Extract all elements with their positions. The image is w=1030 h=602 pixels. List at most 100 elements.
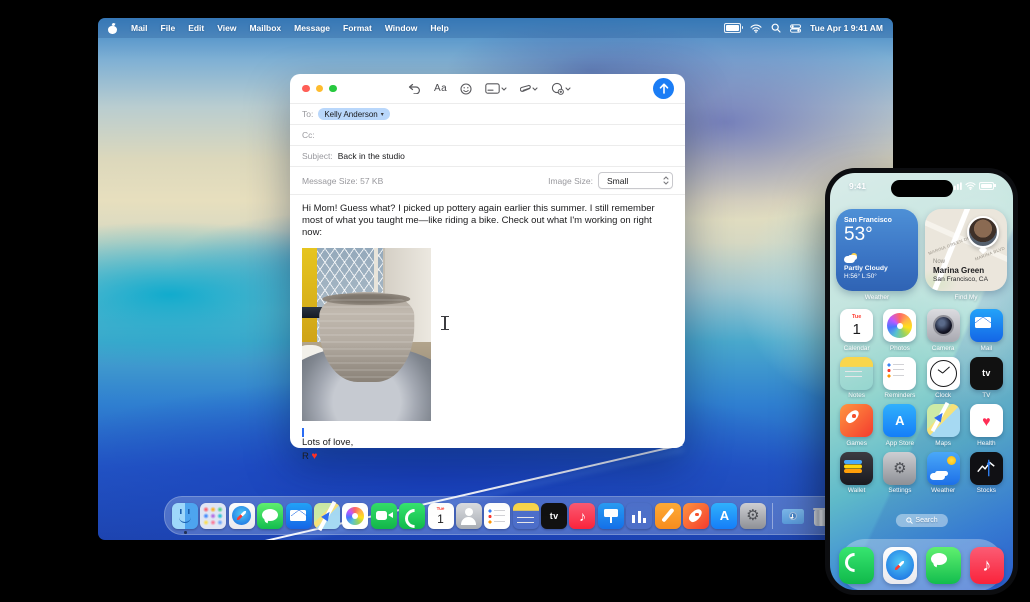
iphone-app-grid: Tue 1 Calendar Photos Camera Mail Notes xyxy=(835,309,1008,494)
dock-icon-photos[interactable] xyxy=(342,502,369,529)
dynamic-island xyxy=(890,180,953,197)
dock-icon-reminders[interactable] xyxy=(484,502,511,529)
menu-item-view[interactable]: View xyxy=(217,23,236,33)
dock-icon-system-settings[interactable]: ⚙ xyxy=(739,502,766,529)
cc-label: Cc: xyxy=(302,130,315,140)
weather-temperature: 53° xyxy=(844,224,873,245)
iphone-app-wallet[interactable]: Wallet xyxy=(835,451,878,494)
health-heart-icon: ♥ xyxy=(969,404,1003,437)
find-my-location: Marina Green xyxy=(933,266,985,275)
message-size-row: Message Size: 57 KB Image Size: Small xyxy=(290,167,685,195)
dock-icon-safari[interactable] xyxy=(228,502,255,529)
iphone-app-photos[interactable]: Photos xyxy=(878,309,921,352)
iphone-app-calendar[interactable]: Tue 1 Calendar xyxy=(835,309,878,352)
menu-app-name[interactable]: Mail xyxy=(131,23,148,33)
menu-item-message[interactable]: Message xyxy=(294,23,330,33)
dock-icon-numbers[interactable] xyxy=(626,502,653,529)
iphone-app-games[interactable]: Games xyxy=(835,404,878,447)
iphone-app-app-store[interactable]: A App Store xyxy=(878,404,921,447)
send-button[interactable] xyxy=(653,78,674,99)
window-title-bar[interactable]: Aa xyxy=(290,74,685,104)
iphone-dock-messages[interactable] xyxy=(926,546,961,584)
signature-initial: R xyxy=(302,450,309,462)
notes-icon xyxy=(840,356,874,390)
minimize-button[interactable] xyxy=(315,84,323,93)
dock-icon-games[interactable] xyxy=(683,502,710,529)
iphone-app-reminders[interactable]: Reminders xyxy=(878,356,921,399)
undo-button[interactable] xyxy=(408,83,421,94)
search-icon[interactable] xyxy=(771,23,781,33)
image-size-dropdown[interactable]: Small xyxy=(598,172,673,189)
dock-icon-app-store[interactable]: A xyxy=(711,502,738,529)
apple-menu-icon[interactable] xyxy=(108,23,118,34)
header-fields-button[interactable] xyxy=(485,83,507,94)
menu-item-help[interactable]: Help xyxy=(430,23,448,33)
pottery-photo[interactable] xyxy=(302,248,431,422)
iphone-app-camera[interactable]: Camera xyxy=(922,309,965,352)
iphone-app-notes[interactable]: Notes xyxy=(835,356,878,399)
dock-icon-music[interactable]: ♪ xyxy=(569,502,596,529)
menu-item-window[interactable]: Window xyxy=(385,23,418,33)
download-arrow-icon xyxy=(790,513,794,518)
cc-field[interactable]: Cc: xyxy=(290,125,685,146)
emoji-button[interactable] xyxy=(460,82,472,95)
iphone-app-mail[interactable]: Mail xyxy=(965,309,1008,352)
stocks-chart-icon xyxy=(969,451,1003,485)
weather-widget[interactable]: San Francisco 53° Partly Cloudy H:56° L:… xyxy=(836,209,918,291)
recipient-name: Kelly Anderson xyxy=(324,109,378,119)
dock-icon-contacts[interactable] xyxy=(455,502,482,529)
iphone-dock-phone[interactable] xyxy=(839,546,874,584)
iphone-app-stocks[interactable]: Stocks xyxy=(965,451,1008,494)
dock-icon-tv[interactable]: tv xyxy=(541,502,568,529)
finder-face-icon xyxy=(180,508,190,514)
menu-bar-clock[interactable]: Tue Apr 1 9:41 AM xyxy=(810,23,883,33)
avatar xyxy=(967,216,999,248)
recipient-token[interactable]: Kelly Anderson ▾ xyxy=(318,108,390,120)
dock-icon-downloads[interactable] xyxy=(780,503,806,529)
iphone-app-maps[interactable]: Maps xyxy=(922,404,965,447)
partly-cloudy-icon xyxy=(844,252,858,263)
dock-divider xyxy=(772,502,774,529)
wifi-icon xyxy=(965,182,976,190)
dock-icon-maps[interactable] xyxy=(313,502,340,529)
format-button[interactable]: Aa xyxy=(434,83,447,94)
spotlight-search-pill[interactable]: Search xyxy=(895,514,948,527)
zoom-button[interactable] xyxy=(329,84,337,93)
menu-item-file[interactable]: File xyxy=(161,23,176,33)
to-field[interactable]: To: Kelly Anderson ▾ xyxy=(290,104,685,125)
close-button[interactable] xyxy=(302,84,310,93)
dock-icon-finder[interactable] xyxy=(172,502,198,534)
compose-toolbar: Aa xyxy=(408,74,571,103)
dock-icon-messages[interactable] xyxy=(257,502,284,529)
iphone-app-weather[interactable]: Weather xyxy=(922,451,965,494)
control-center-icon[interactable] xyxy=(790,23,802,33)
wifi-icon[interactable] xyxy=(750,24,762,33)
menu-item-format[interactable]: Format xyxy=(343,23,372,33)
dock-icon-launchpad[interactable] xyxy=(200,502,227,529)
menu-item-mailbox[interactable]: Mailbox xyxy=(249,23,281,33)
dock-icon-notes[interactable] xyxy=(512,502,539,529)
calendar-icon: Tue 1 xyxy=(840,309,874,342)
iphone-app-tv[interactable]: tv TV xyxy=(965,356,1008,399)
iphone-dock-safari[interactable] xyxy=(882,546,917,584)
iphone-app-clock[interactable]: Clock xyxy=(922,356,965,399)
iphone-dock-music[interactable]: ♪ xyxy=(969,546,1004,584)
dock-icon-facetime[interactable] xyxy=(370,502,397,529)
find-my-widget[interactable]: MARINA GREEN DR MARINA BLVD Now Marina G… xyxy=(925,209,1007,291)
iphone-app-health[interactable]: ♥ Health xyxy=(965,404,1008,447)
battery-icon[interactable] xyxy=(724,23,744,33)
maps-icon xyxy=(926,404,960,437)
subject-field[interactable]: Subject: Back in the studio xyxy=(290,146,685,167)
dock-icon-phone[interactable] xyxy=(399,502,426,529)
iphone-app-settings[interactable]: ⚙ Settings xyxy=(878,451,921,494)
dock-icon-pages[interactable] xyxy=(654,502,681,529)
insert-photo-button[interactable] xyxy=(551,82,571,95)
message-body[interactable]: Hi Mom! Guess what? I picked up pottery … xyxy=(290,195,685,463)
iphone-screen: 9:41 San Francisco 53° Partly Cloudy H:5… xyxy=(830,173,1013,590)
menu-item-edit[interactable]: Edit xyxy=(188,23,204,33)
dock-icon-calendar[interactable]: Tue 1 xyxy=(427,502,454,529)
attachment-button[interactable] xyxy=(520,83,538,95)
dock-icon-mail[interactable] xyxy=(285,502,312,529)
dock-icon-keynote[interactable] xyxy=(597,502,624,529)
image-size-label: Image Size: xyxy=(548,175,593,186)
